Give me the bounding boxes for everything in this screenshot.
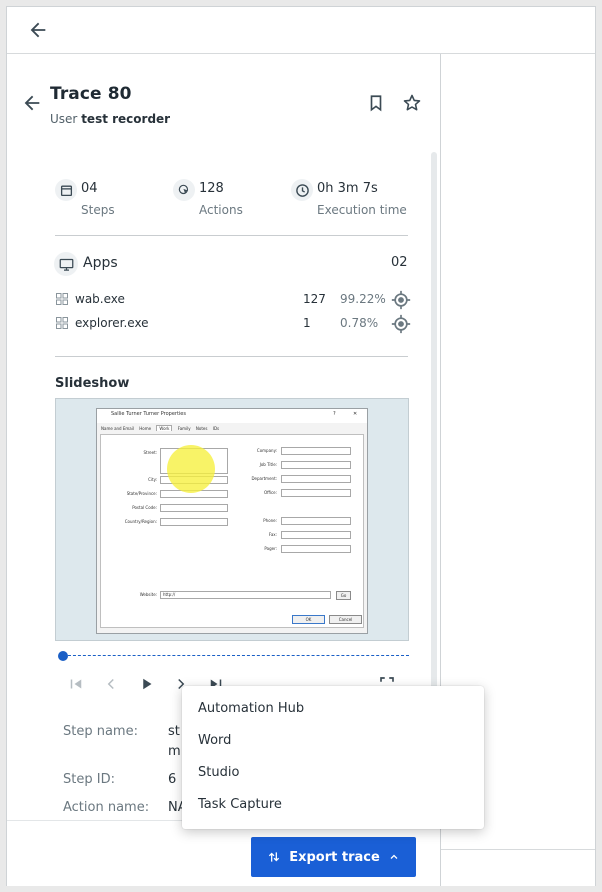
close-icon: ✕	[353, 411, 358, 417]
back-arrow-icon[interactable]	[27, 19, 49, 41]
slideshow-timeline[interactable]	[63, 655, 409, 657]
step-name-value-cont: m	[168, 744, 181, 759]
app-count: 1	[303, 316, 311, 330]
menu-item-word[interactable]: Word	[182, 725, 484, 757]
website-field: http://	[160, 591, 331, 599]
app-row-wab: wab.exe 127 99.22%	[55, 290, 415, 310]
dialog-body: Street: City: State/Province: Postal Cod…	[100, 434, 364, 628]
app-percent: 99.22%	[340, 292, 386, 306]
field-label: Job Title:	[259, 462, 277, 467]
star-icon[interactable]	[402, 93, 422, 113]
field-label: Country/Region:	[124, 519, 157, 524]
slideshow-heading: Slideshow	[55, 376, 130, 391]
app-percent: 0.78%	[340, 316, 379, 330]
export-arrows-icon	[269, 852, 280, 862]
field-box	[281, 531, 351, 539]
stat-value: 128	[199, 181, 224, 196]
stat-value: 04	[81, 181, 98, 196]
stat-label: Steps	[81, 203, 115, 217]
field-label: Pager:	[264, 546, 277, 551]
locate-icon[interactable]	[391, 290, 411, 310]
export-menu: Automation Hub Word Studio Task Capture	[182, 686, 484, 829]
right-pane-divider	[441, 849, 595, 850]
field-box	[281, 447, 351, 455]
field-label: Street:	[143, 450, 157, 455]
click-icon	[173, 179, 195, 201]
chevron-up-icon	[390, 854, 398, 859]
panel-back-arrow-icon[interactable]	[21, 92, 43, 114]
stat-label: Actions	[199, 203, 243, 217]
field-label: City:	[148, 477, 157, 482]
captured-dialog: Sallie Turner Turner Properties ? ✕ Name…	[96, 408, 368, 634]
step-name-value: st	[168, 724, 180, 739]
menu-item-studio[interactable]: Studio	[182, 757, 484, 789]
click-highlight	[167, 445, 215, 493]
bookmark-icon[interactable]	[367, 94, 385, 112]
user-name: test recorder	[81, 112, 171, 126]
export-trace-label: Export trace	[289, 849, 380, 865]
dialog-tab: Family	[177, 426, 191, 431]
previous-icon[interactable]	[102, 675, 120, 693]
app-grid-icon	[56, 293, 68, 305]
trace-title: Trace 80	[50, 84, 132, 104]
step-id-value: 6	[168, 772, 177, 787]
apps-heading: Apps	[83, 255, 118, 271]
cancel-button: Cancel	[329, 615, 362, 624]
dialog-tab: Name and Email	[101, 426, 134, 431]
dialog-tab: Notes	[195, 426, 208, 431]
app-name: wab.exe	[75, 292, 125, 306]
monitor-icon	[54, 252, 78, 276]
locate-icon[interactable]	[391, 314, 411, 334]
ok-button: OK	[292, 615, 325, 624]
field-label: Company:	[256, 448, 277, 453]
field-box	[281, 517, 351, 525]
stat-label: Execution time	[317, 203, 407, 217]
timeline-handle[interactable]	[58, 651, 68, 661]
menu-item-task-capture[interactable]: Task Capture	[182, 789, 484, 821]
clock-icon	[291, 179, 313, 201]
trace-user: User test recorder	[50, 112, 170, 126]
step-name-label: Step name:	[63, 724, 138, 739]
export-trace-button[interactable]: Export trace	[251, 837, 416, 877]
field-box	[281, 475, 351, 483]
help-icon: ?	[333, 411, 336, 417]
field-label: Department:	[251, 476, 277, 481]
field-box	[160, 504, 228, 512]
field-box	[281, 461, 351, 469]
calendar-icon	[55, 179, 77, 201]
play-icon[interactable]	[138, 675, 156, 693]
step-id-label: Step ID:	[63, 772, 115, 787]
menu-item-automation-hub[interactable]: Automation Hub	[182, 693, 484, 725]
go-button: Go	[336, 591, 351, 600]
field-box	[160, 518, 228, 526]
field-label: Website:	[139, 592, 157, 597]
app-window: Trace 80 User test recorder 04 Steps 128…	[6, 6, 596, 886]
dialog-title: Sallie Turner Turner Properties	[111, 411, 186, 417]
field-box	[281, 489, 351, 497]
top-bar	[7, 7, 595, 54]
app-grid-icon	[56, 317, 68, 329]
dialog-tab: IDs	[212, 426, 220, 431]
dialog-tab: Home	[139, 426, 152, 431]
divider	[55, 235, 408, 236]
field-label: Phone:	[263, 518, 277, 523]
app-name: explorer.exe	[75, 316, 149, 330]
dialog-titlebar: Sallie Turner Turner Properties ? ✕	[97, 409, 367, 423]
first-frame-icon[interactable]	[67, 675, 85, 693]
field-label: Office:	[263, 490, 277, 495]
field-label: Postal Code:	[132, 505, 157, 510]
field-label: Fax:	[268, 532, 277, 537]
divider	[55, 356, 408, 357]
field-label: State/Province:	[126, 491, 157, 496]
action-name-label: Action name:	[63, 800, 150, 815]
app-row-explorer: explorer.exe 1 0.78%	[55, 314, 415, 334]
user-prefix: User	[50, 112, 78, 126]
slideshow-screenshot: Sallie Turner Turner Properties ? ✕ Name…	[55, 398, 409, 641]
app-count: 127	[303, 292, 326, 306]
apps-count: 02	[391, 255, 408, 270]
dialog-tab-active: Work	[156, 425, 173, 431]
field-box	[281, 545, 351, 553]
stat-value: 0h 3m 7s	[317, 181, 378, 196]
